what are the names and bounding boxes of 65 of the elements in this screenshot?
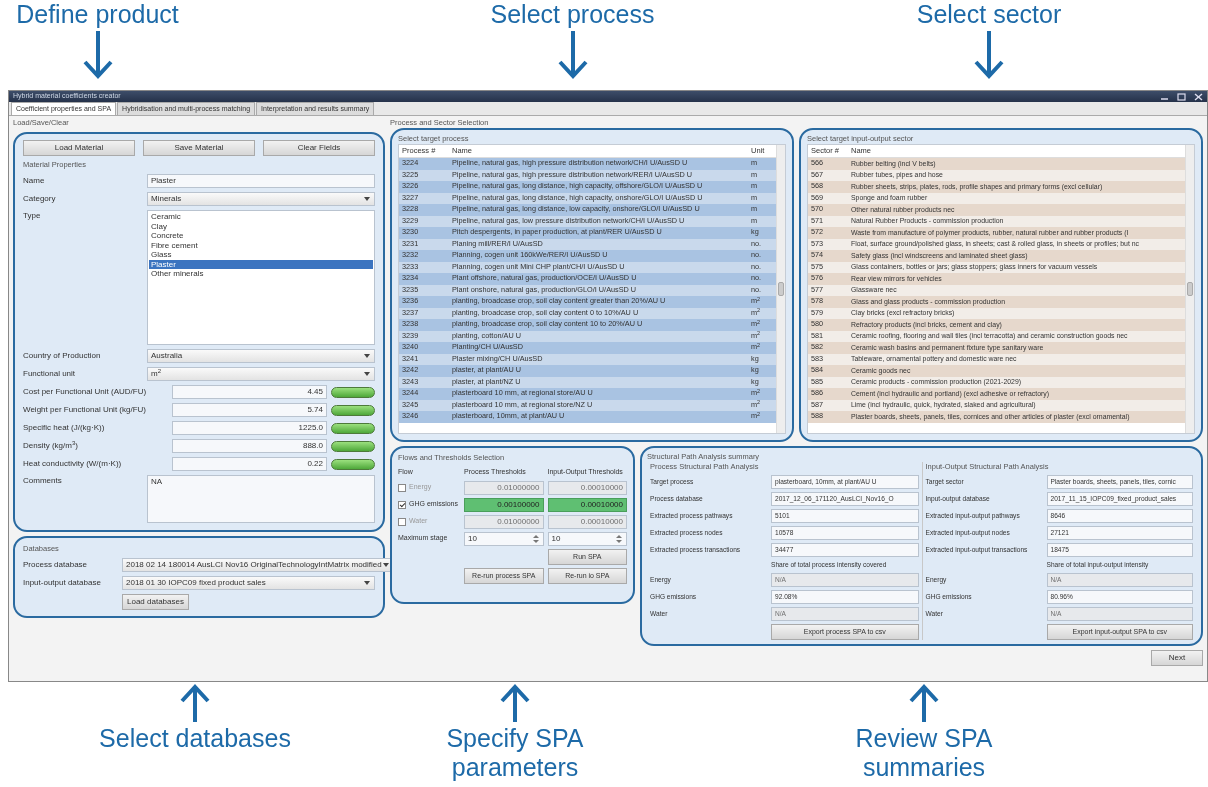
stage-spinner[interactable]: 10 xyxy=(547,531,627,546)
field-label: Comments xyxy=(23,475,63,487)
action-button[interactable]: Save Material xyxy=(143,140,255,156)
annotation-label: Select databases xyxy=(99,724,291,753)
annotation-label: Specify SPA parameters xyxy=(445,724,585,782)
threshold-field[interactable]: 0.00010000 xyxy=(547,497,627,512)
list-item[interactable]: Fibre cement xyxy=(149,240,373,250)
annotation-label: Select sector xyxy=(916,0,1062,29)
category-select[interactable]: Minerals xyxy=(147,192,375,206)
spin-icon[interactable] xyxy=(532,534,539,543)
country-select[interactable]: Australia xyxy=(147,349,375,363)
spin-icon[interactable] xyxy=(616,534,622,543)
threshold-field[interactable]: 0.00010000 xyxy=(547,480,627,495)
threshold-field[interactable]: 0.00010000 xyxy=(547,514,627,529)
annotation-label: Review SPA summaries xyxy=(854,724,994,782)
caret-icon xyxy=(364,354,370,358)
maximize-icon[interactable] xyxy=(1177,92,1186,101)
value-field[interactable]: 1225.0 xyxy=(172,421,327,435)
list-item[interactable]: Clay xyxy=(149,221,373,231)
field-label: Type xyxy=(23,210,42,222)
field-label: Density (kg/m$^{3}$) xyxy=(23,440,79,452)
name-field[interactable]: Plaster xyxy=(147,174,375,188)
list-item[interactable]: Other minerals xyxy=(149,269,373,279)
list-item[interactable]: Concrete xyxy=(149,231,373,241)
close-icon[interactable] xyxy=(1194,92,1203,101)
stage-spinner[interactable]: 10 xyxy=(464,531,544,546)
field-label: Category xyxy=(23,193,57,205)
threshold-field[interactable]: 0.00100000 xyxy=(464,497,544,512)
field-label: Cost per Functional Unit (AUD/FU) xyxy=(23,386,148,398)
field-label: Input-output database xyxy=(23,577,102,589)
caret-icon xyxy=(364,197,370,201)
scrollbar[interactable] xyxy=(776,145,785,433)
field-label: Functional unit xyxy=(23,368,77,380)
list-item[interactable]: Glass xyxy=(149,250,373,260)
annotation-label: Define product xyxy=(16,0,179,29)
checkbox[interactable] xyxy=(398,483,406,492)
value-field[interactable]: 0.22 xyxy=(172,457,327,471)
field-label: Heat conductivity (W/(m·K)) xyxy=(23,458,123,470)
value-field[interactable]: 4.45 xyxy=(172,385,327,399)
value-field[interactable]: 5.74 xyxy=(172,403,327,417)
list-item[interactable]: Ceramic xyxy=(149,212,373,222)
list-item[interactable]: Plaster xyxy=(149,259,373,269)
caret-icon xyxy=(364,581,370,585)
load-button[interactable]: Load databases xyxy=(122,594,189,610)
caret-icon xyxy=(382,563,389,567)
field-label: Weight per Functional Unit (kg/FU) xyxy=(23,404,147,416)
value-field[interactable]: 888.0 xyxy=(172,439,327,453)
caret-icon xyxy=(364,372,370,376)
comments-field[interactable]: NA xyxy=(147,475,375,523)
unit-select[interactable]: m$^{2}$ xyxy=(147,367,375,381)
checkbox[interactable] xyxy=(398,500,406,509)
field-label: Process database xyxy=(23,559,89,571)
database-select[interactable]: 2018 01 30 IOPC09 fixed product sales xyxy=(122,576,375,590)
annotation-label: Select process xyxy=(490,0,655,29)
field-label: Name xyxy=(23,175,46,187)
action-button[interactable]: Load Material xyxy=(23,140,135,156)
threshold-field[interactable]: 0.01000000 xyxy=(464,514,544,529)
field-label: Country of Production xyxy=(23,350,102,362)
next-button[interactable]: Next xyxy=(1151,649,1203,666)
threshold-field[interactable]: 0.01000000 xyxy=(464,480,544,495)
minimize-icon[interactable] xyxy=(1160,97,1169,100)
checkbox[interactable] xyxy=(398,517,406,526)
field-label: Specific heat (J/(kg·K)) xyxy=(23,422,106,434)
scrollbar[interactable] xyxy=(1185,145,1194,433)
action-button[interactable]: Clear Fields xyxy=(263,140,375,156)
